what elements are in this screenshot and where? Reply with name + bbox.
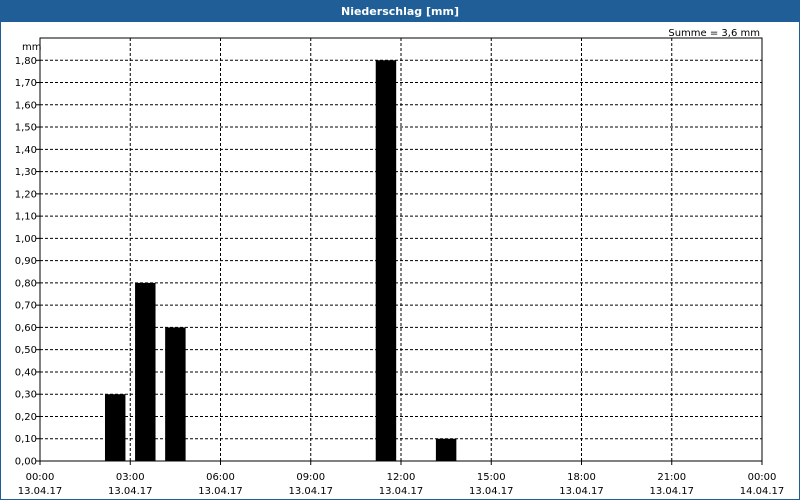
x-tick-date: 13.04.17 xyxy=(649,486,694,497)
bar xyxy=(435,438,457,461)
y-tick-label: 1,40 xyxy=(15,145,37,156)
bar xyxy=(135,282,156,461)
y-tick-label: 0,80 xyxy=(15,278,37,289)
y-tick-label: 1,30 xyxy=(15,167,37,178)
x-tick-time: 03:00 xyxy=(116,472,145,483)
y-tick-label: 0,10 xyxy=(15,434,37,445)
x-tick-date: 13.04.17 xyxy=(379,486,424,497)
y-tick-label: 0,30 xyxy=(15,390,37,401)
x-tick-time: 21:00 xyxy=(657,472,686,483)
sum-annotation: Summe = 3,6 mm xyxy=(668,28,760,39)
x-tick-time: 00:00 xyxy=(26,472,55,483)
x-tick-date: 13.04.17 xyxy=(108,486,153,497)
y-tick-label: 0,70 xyxy=(15,301,37,312)
bar xyxy=(104,394,126,461)
y-tick-label: 1,20 xyxy=(15,189,37,200)
y-tick-label: 1,50 xyxy=(15,123,37,134)
y-tick-label: 1,60 xyxy=(15,100,37,111)
y-tick-label: 0,00 xyxy=(15,457,37,468)
y-axis: 0,00 0,10 0,20 0,30 0,40 0,50 0,60 0,70 0,80 0,90… xyxy=(15,56,40,468)
x-tick-date: 13.04.17 xyxy=(469,486,514,497)
x-axis: 00:00 13.04.17 03:00 13.04.17 06:00 13.04.17 0… xyxy=(18,461,785,497)
y-tick-label: 0,90 xyxy=(15,256,37,267)
y-tick-label: 1,00 xyxy=(15,234,37,245)
x-tick-date: 14.04.17 xyxy=(740,486,785,497)
y-tick-label: 1,10 xyxy=(15,212,37,223)
y-tick-label: 0,60 xyxy=(15,323,37,334)
x-tick-date: 13.04.17 xyxy=(18,486,63,497)
x-tick-time: 06:00 xyxy=(206,472,235,483)
x-tick-time: 18:00 xyxy=(567,472,596,483)
x-tick-time: 00:00 xyxy=(748,472,777,483)
x-tick-date: 13.04.17 xyxy=(198,486,243,497)
y-tick-label: 0,40 xyxy=(15,367,37,378)
y-tick-label: 0,20 xyxy=(15,412,37,423)
y-tick-label: 0,50 xyxy=(15,345,37,356)
y-tick-label: 1,70 xyxy=(15,78,37,89)
y-axis-unit: mm xyxy=(22,42,41,53)
precipitation-chart: 0,00 0,10 0,20 0,30 0,40 0,50 0,60 0,70 0,80 0,90… xyxy=(15,28,785,497)
x-tick-date: 13.04.17 xyxy=(559,486,604,497)
bar xyxy=(375,60,397,462)
x-tick-time: 09:00 xyxy=(296,472,325,483)
x-tick-time: 15:00 xyxy=(477,472,506,483)
y-tick-label: 1,80 xyxy=(15,56,37,67)
bar xyxy=(165,327,186,461)
x-tick-date: 13.04.17 xyxy=(288,486,333,497)
x-tick-time: 12:00 xyxy=(387,472,416,483)
